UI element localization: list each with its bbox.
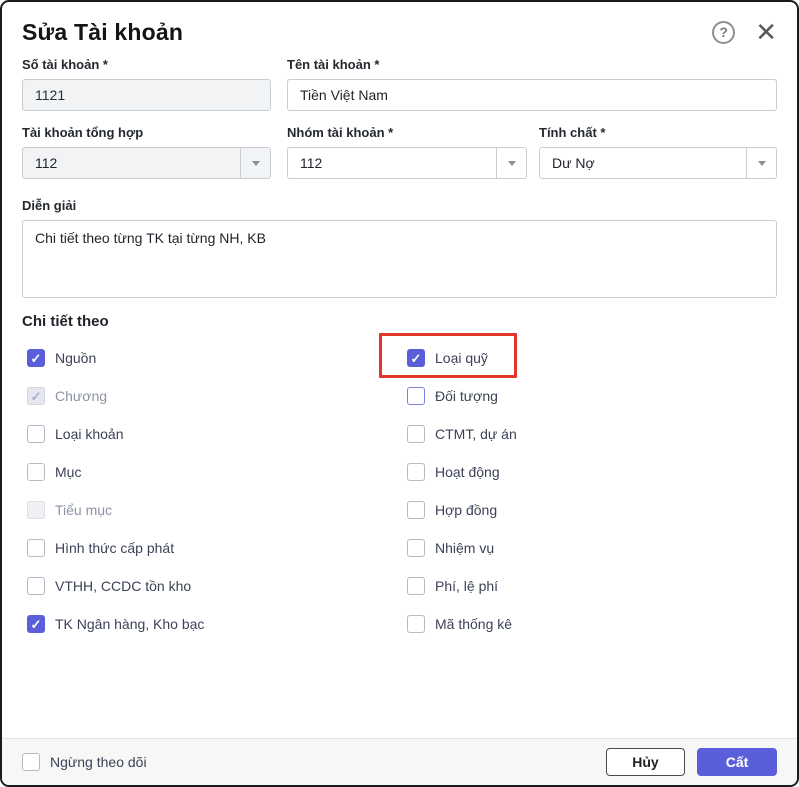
description-field[interactable]: Chi tiết theo từng TK tại từng NH, KB [22,220,777,298]
parent-account-label: Tài khoản tổng hợp [22,125,271,140]
checkbox-label: Tiểu mục [55,502,112,518]
checkbox-label: Chương [55,388,107,404]
checkbox-item-hop-dong[interactable]: ✓ Hợp đồng [407,501,497,519]
stop-tracking-checkbox-item[interactable]: ✓ Ngừng theo dõi [22,753,147,771]
check-icon: ✓ [31,390,42,403]
checkbox-item-tk-ngan-hang[interactable]: ✓ TK Ngân hàng, Kho bạc [27,615,204,633]
checkbox[interactable]: ✓ [27,349,45,367]
checkbox-item-hinh-thuc-cap-phat[interactable]: ✓ Hình thức cấp phát [27,539,174,557]
checkbox[interactable]: ✓ [407,425,425,443]
nature-value: Dư Nợ [540,148,746,178]
checkbox-label: Đối tượng [435,388,498,404]
account-group-dropdown-button[interactable] [496,148,526,178]
parent-account-dropdown-button [240,148,270,178]
checkbox-label: Hình thức cấp phát [55,540,174,556]
checkbox[interactable]: ✓ [407,577,425,595]
checkbox[interactable]: ✓ [22,753,40,771]
checkbox-item-chuong: ✓ Chương [27,387,107,405]
checkbox[interactable]: ✓ [407,539,425,557]
checkbox-item-doi-tuong[interactable]: ✓ Đối tượng [407,387,498,405]
dialog-header: Sửa Tài khoản ? ✕ [22,16,777,48]
form-row-1: Số tài khoản * Tên tài khoản * [22,57,777,111]
checkbox-item-ctmt-du-an[interactable]: ✓ CTMT, dự án [407,425,517,443]
checkbox-item-hoat-dong[interactable]: ✓ Hoạt động [407,463,500,481]
checkbox-label: Nguồn [55,350,96,366]
detail-checkbox-grid: ✓ Nguồn ✓ Chương ✓ Loại khoản ✓ Mục ✓ Tiểu mụ… [22,339,777,643]
checkbox[interactable]: ✓ [407,501,425,519]
account-name-field[interactable] [287,79,777,111]
checkbox-label: Loại quỹ [435,350,488,366]
checkbox: ✓ [27,501,45,519]
checkbox[interactable]: ✓ [27,615,45,633]
form-row-3: Diễn giải Chi tiết theo từng TK tại từng… [22,198,777,298]
close-glyph: ✕ [755,17,777,47]
checkbox-item-tieu-muc: ✓ Tiểu mục [27,501,112,519]
checkbox-item-muc[interactable]: ✓ Mục [27,463,81,481]
checkbox[interactable]: ✓ [407,387,425,405]
parent-account-select: 112 [22,147,271,179]
checkbox[interactable]: ✓ [27,425,45,443]
account-number-field [22,79,271,111]
checkbox-label: Hợp đồng [435,502,497,518]
checkbox-label: Phí, lệ phí [435,578,498,594]
help-glyph: ? [719,24,728,40]
help-icon[interactable]: ? [712,21,735,44]
checkbox[interactable]: ✓ [27,539,45,557]
chevron-down-icon [252,161,260,166]
checkbox-label: TK Ngân hàng, Kho bạc [55,616,204,632]
check-icon: ✓ [31,618,42,631]
close-icon[interactable]: ✕ [755,21,777,43]
checkbox-label: Nhiệm vụ [435,540,494,556]
account-group-label: Nhóm tài khoản * [287,125,527,140]
nature-select[interactable]: Dư Nợ [539,147,777,179]
checkbox[interactable]: ✓ [27,577,45,595]
save-button[interactable]: Cất [697,748,777,776]
checkbox-label: Ngừng theo dõi [50,754,147,770]
checkbox-item-phi-le-phi[interactable]: ✓ Phí, lệ phí [407,577,498,595]
checkbox-label: Hoạt động [435,464,500,480]
checkbox: ✓ [27,387,45,405]
chevron-down-icon [508,161,516,166]
checkbox-item-loai-quy[interactable]: ✓ Loại quỹ [407,349,488,367]
checkbox-item-ma-thong-ke[interactable]: ✓ Mã thống kê [407,615,512,633]
chevron-down-icon [758,161,766,166]
checkbox-label: CTMT, dự án [435,426,517,442]
nature-label: Tính chất * [539,125,777,140]
cancel-button[interactable]: Hủy [606,748,685,776]
account-number-label: Số tài khoản * [22,57,271,72]
account-group-value: 112 [288,148,496,178]
page-title: Sửa Tài khoản [22,19,712,46]
checkbox-label: VTHH, CCDC tồn kho [55,578,191,594]
checkbox-item-vthh-ccdc[interactable]: ✓ VTHH, CCDC tồn kho [27,577,191,595]
checkbox[interactable]: ✓ [407,463,425,481]
section-heading: Chi tiết theo [22,313,777,330]
checkbox-label: Mục [55,464,81,480]
checkbox[interactable]: ✓ [407,615,425,633]
checkbox-column-right: ✓ Loại quỹ ✓ Đối tượng ✓ CTMT, dự án ✓ Hoạt … [407,339,777,643]
checkbox-item-nhiem-vu[interactable]: ✓ Nhiệm vụ [407,539,494,557]
dialog-footer: ✓ Ngừng theo dõi Hủy Cất [2,738,797,785]
checkbox-label: Loại khoản [55,426,124,442]
description-label: Diễn giải [22,198,777,213]
parent-account-value: 112 [23,148,240,178]
checkbox-column-left: ✓ Nguồn ✓ Chương ✓ Loại khoản ✓ Mục ✓ Tiểu mụ… [22,339,407,643]
checkbox-label: Mã thống kê [435,616,512,632]
form-row-2: Tài khoản tổng hợp 112 Nhóm tài khoản * … [22,125,777,179]
edit-account-dialog: Sửa Tài khoản ? ✕ Số tài khoản * Tên tài… [0,0,799,787]
checkbox[interactable]: ✓ [27,463,45,481]
checkbox[interactable]: ✓ [407,349,425,367]
account-name-label: Tên tài khoản * [287,57,777,72]
checkbox-item-nguon[interactable]: ✓ Nguồn [27,349,96,367]
check-icon: ✓ [411,352,422,365]
check-icon: ✓ [31,352,42,365]
checkbox-item-loai-khoan[interactable]: ✓ Loại khoản [27,425,124,443]
account-group-select[interactable]: 112 [287,147,527,179]
nature-dropdown-button[interactable] [746,148,776,178]
